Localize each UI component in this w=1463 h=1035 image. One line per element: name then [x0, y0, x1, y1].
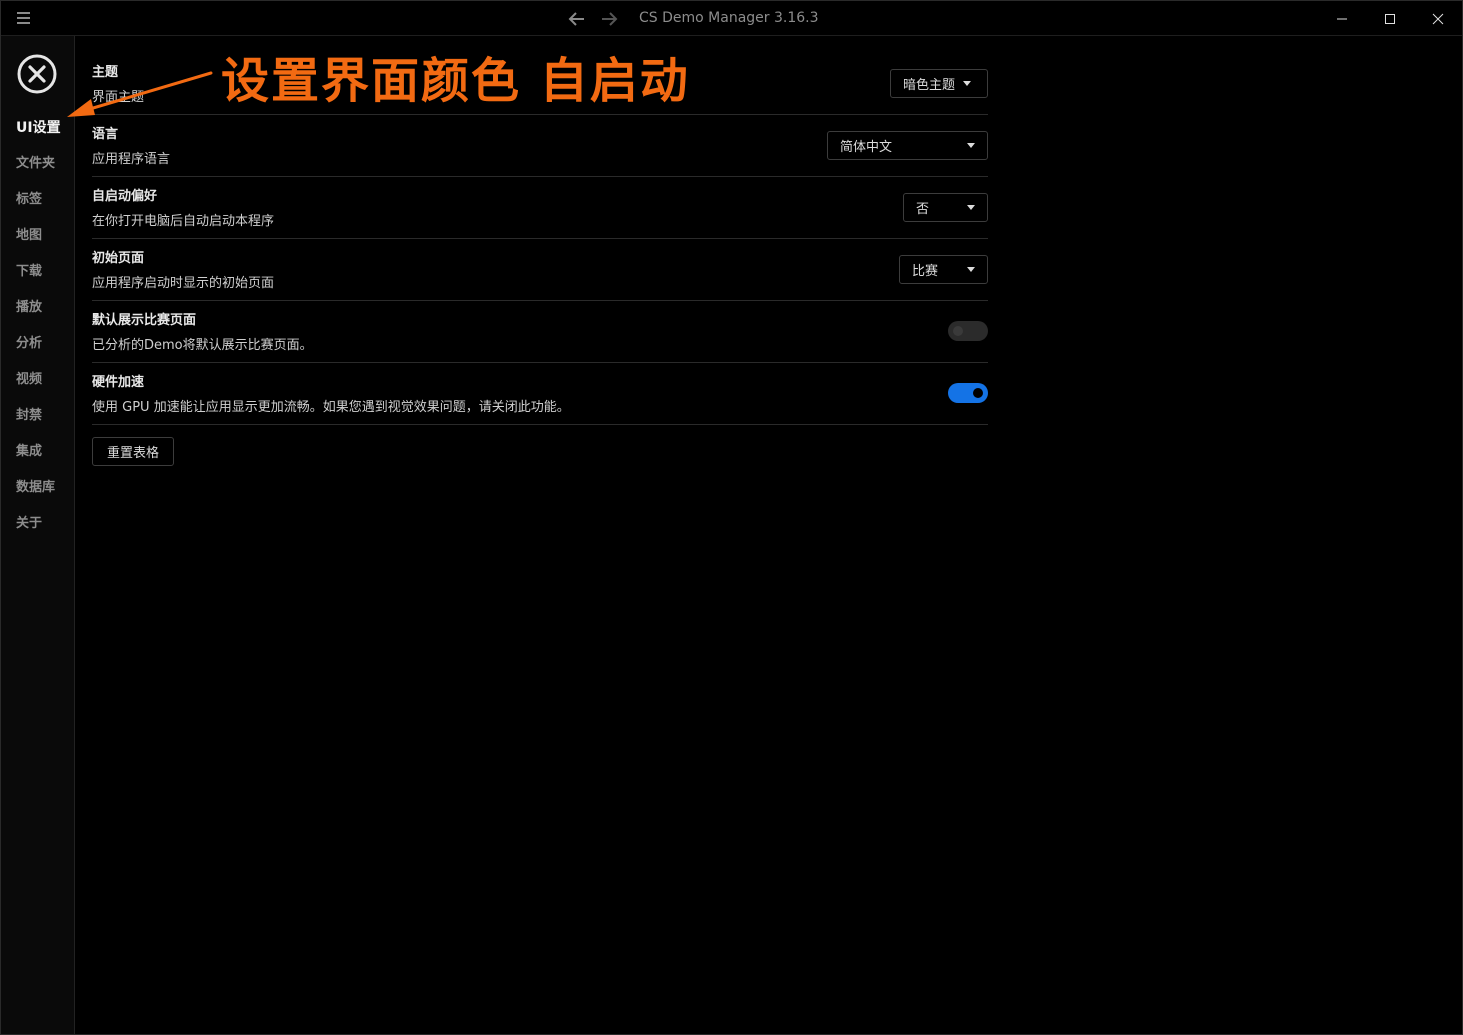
caret-down-icon [967, 205, 975, 210]
setting-row-language: 语言 应用程序语言 简体中文 [92, 115, 988, 177]
setting-description: 应用程序语言 [92, 152, 171, 167]
minimize-icon [1337, 18, 1347, 19]
autostart-select[interactable]: 否 [903, 193, 988, 222]
menu-icon[interactable] [17, 12, 30, 24]
setting-title: 硬件加速 [92, 375, 145, 390]
sidebar-item-maps[interactable]: 地图 [1, 224, 75, 260]
annotation-arrow-icon [67, 71, 213, 117]
autostart-select-value: 否 [916, 202, 930, 217]
sidebar-item-video[interactable]: 视频 [1, 368, 75, 404]
maximize-icon [1385, 13, 1395, 24]
maximize-button[interactable] [1366, 1, 1414, 36]
hardware-acceleration-toggle[interactable] [948, 383, 988, 403]
sidebar-item-bans[interactable]: 封禁 [1, 404, 75, 440]
minimize-button[interactable] [1318, 1, 1366, 36]
setting-row-autostart: 自启动偏好 在你打开电脑后自动启动本程序 否 [92, 177, 988, 239]
reset-tables-button[interactable]: 重置表格 [92, 437, 174, 466]
sidebar-menu: UI设置 文件夹 标签 地图 下载 播放 分析 视频 封禁 集成 数据库 关于 [1, 116, 75, 548]
sidebar-item-tags[interactable]: 标签 [1, 188, 75, 224]
annotation-text: 设置界面颜色 自启动 [221, 53, 690, 109]
start-page-select[interactable]: 比赛 [899, 255, 988, 284]
sidebar-item-about[interactable]: 关于 [1, 512, 75, 548]
window-controls [1318, 1, 1462, 36]
sidebar-item-database[interactable]: 数据库 [1, 476, 75, 512]
back-arrow-icon[interactable] [567, 9, 587, 29]
close-settings-icon[interactable] [16, 53, 58, 95]
sidebar-item-integrations[interactable]: 集成 [1, 440, 75, 476]
setting-description: 已分析的Demo将默认展示比赛页面。 [92, 338, 313, 353]
language-select[interactable]: 简体中文 [827, 131, 988, 160]
toggle-knob [953, 326, 963, 336]
settings-sidebar: UI设置 文件夹 标签 地图 下载 播放 分析 视频 封禁 集成 数据库 关于 [1, 36, 75, 1034]
language-select-value: 简体中文 [840, 140, 893, 155]
caret-down-icon [963, 81, 972, 86]
setting-description: 使用 GPU 加速能让应用显示更加流畅。如果您遇到视觉效果问题，请关闭此功能。 [92, 400, 570, 415]
toggle-knob [973, 388, 983, 398]
setting-description: 应用程序启动时显示的初始页面 [92, 276, 275, 291]
title-bar: CS Demo Manager 3.16.3 [1, 1, 1462, 36]
app-title: CS Demo Manager 3.16.3 [639, 10, 819, 26]
setting-row-hardware-acceleration: 硬件加速 使用 GPU 加速能让应用显示更加流畅。如果您遇到视觉效果问题，请关闭… [92, 363, 988, 425]
close-window-button[interactable] [1414, 1, 1462, 36]
setting-row-start-page: 初始页面 应用程序启动时显示的初始页面 比赛 [92, 239, 988, 301]
navigation-arrows [567, 9, 619, 29]
forward-arrow-icon[interactable] [599, 9, 619, 29]
setting-title: 初始页面 [92, 251, 145, 266]
close-icon [1432, 13, 1444, 24]
caret-down-icon [967, 143, 975, 148]
setting-row-default-match: 默认展示比赛页面 已分析的Demo将默认展示比赛页面。 [92, 301, 988, 363]
app-window: CS Demo Manager 3.16.3 UI设置 文件夹 标签 地图 下载… [0, 0, 1463, 1035]
sidebar-item-folders[interactable]: 文件夹 [1, 152, 75, 188]
setting-title: 默认展示比赛页面 [92, 313, 197, 328]
setting-description: 在你打开电脑后自动启动本程序 [92, 214, 275, 229]
sidebar-item-playback[interactable]: 播放 [1, 296, 75, 332]
sidebar-item-analyze[interactable]: 分析 [1, 332, 75, 368]
theme-select-value: 暗色主题 [903, 78, 956, 93]
sidebar-item-download[interactable]: 下载 [1, 260, 75, 296]
theme-select[interactable]: 暗色主题 [890, 69, 988, 98]
default-match-toggle[interactable] [948, 321, 988, 341]
setting-title: 自启动偏好 [92, 189, 158, 204]
start-page-select-value: 比赛 [912, 264, 939, 279]
caret-down-icon [967, 267, 975, 272]
